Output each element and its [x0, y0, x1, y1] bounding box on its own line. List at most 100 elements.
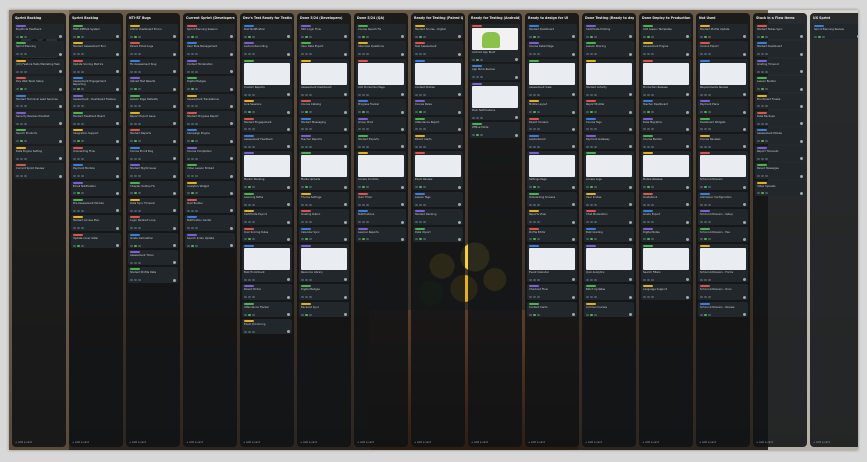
avatar[interactable]	[743, 203, 746, 207]
card[interactable]: Media Uploads	[299, 151, 349, 190]
avatar[interactable]	[800, 157, 803, 161]
card[interactable]: Dev Web Team Setup	[14, 76, 64, 92]
card[interactable]: Offline Mode	[470, 122, 520, 138]
avatar[interactable]	[344, 110, 347, 114]
avatar[interactable]	[287, 313, 290, 317]
add-card-button[interactable]: + Add a card	[413, 440, 463, 445]
card[interactable]: Settings Page	[527, 151, 577, 190]
card[interactable]: Data Engine Setting	[14, 145, 64, 162]
card[interactable]: Post Notification	[242, 24, 292, 40]
avatar[interactable]	[743, 295, 746, 299]
avatar[interactable]	[743, 145, 746, 149]
avatar[interactable]	[572, 52, 575, 56]
card[interactable]: User Data Export	[299, 41, 349, 57]
avatar[interactable]	[743, 237, 746, 241]
card[interactable]: Access Controls	[356, 151, 406, 190]
card[interactable]: Event Calendar	[527, 243, 577, 283]
avatar[interactable]	[344, 278, 347, 282]
card[interactable]: Data Migration	[641, 116, 691, 132]
avatar[interactable]	[173, 87, 176, 91]
card[interactable]: Analytics Widget	[185, 180, 235, 196]
card[interactable]: Assessment Dashboard	[299, 58, 349, 98]
avatar[interactable]	[173, 157, 176, 161]
avatar[interactable]	[572, 313, 575, 317]
avatar[interactable]	[686, 185, 689, 189]
avatar[interactable]	[686, 145, 689, 149]
card[interactable]: Notification Center	[185, 215, 235, 231]
card[interactable]: Grading Timeout	[755, 58, 805, 75]
card[interactable]: Student Ranking	[413, 209, 463, 225]
avatar[interactable]	[401, 237, 404, 241]
avatar[interactable]	[743, 127, 746, 131]
avatar[interactable]	[344, 52, 347, 56]
avatar[interactable]	[743, 93, 746, 97]
avatar[interactable]	[344, 127, 347, 131]
avatar[interactable]	[344, 220, 347, 224]
card[interactable]: Add Production Page	[356, 58, 406, 98]
card[interactable]: Course Rules	[413, 99, 463, 115]
avatar[interactable]	[458, 203, 461, 207]
card[interactable]: SSO Login Flow	[299, 24, 349, 40]
list-title[interactable]: Current Sprint (Developers) - 14	[185, 15, 235, 22]
avatar[interactable]	[857, 35, 858, 39]
avatar[interactable]	[287, 35, 290, 39]
avatar[interactable]	[458, 52, 461, 56]
avatar[interactable]	[230, 52, 233, 56]
list-column[interactable]: Done Testing (Ready to deploy to Prod) Ce…	[582, 13, 636, 447]
avatar[interactable]	[401, 203, 404, 207]
avatar[interactable]	[59, 122, 62, 126]
card[interactable]: Parent Screens	[527, 116, 577, 132]
avatar[interactable]	[686, 278, 689, 282]
avatar[interactable]	[287, 278, 290, 282]
avatar[interactable]	[230, 191, 233, 195]
card[interactable]: Sprint Planning Session	[185, 24, 235, 40]
card[interactable]: Teacher Reports	[299, 133, 349, 150]
list-column[interactable]: Done 5/24 (QA) Course Search Fix Interview…	[354, 13, 408, 447]
avatar[interactable]	[344, 313, 347, 317]
card[interactable]: Course Builder	[641, 133, 691, 150]
avatar[interactable]	[458, 145, 461, 149]
list-column[interactable]: Ready to design for UI Student Dashboard C…	[525, 13, 579, 447]
card[interactable]: Report Builder	[584, 99, 634, 115]
avatar[interactable]	[629, 127, 632, 131]
card[interactable]: Backend Sync	[299, 301, 349, 318]
avatar[interactable]	[230, 157, 233, 161]
avatar[interactable]	[629, 203, 632, 207]
card[interactable]: Video Uploads	[755, 180, 805, 196]
card[interactable]: Payment Gateway	[584, 133, 634, 150]
avatar[interactable]	[686, 93, 689, 97]
add-card-button[interactable]: + Add a card	[812, 440, 858, 445]
card[interactable]: Production Release	[641, 58, 691, 98]
card[interactable]: App Store Review	[470, 64, 520, 80]
list-column[interactable]: Sprint Backlog FINE-DMPost System Student …	[69, 13, 123, 447]
list-column[interactable]: Not Used Student Profile Update Invoice Ex…	[696, 13, 750, 447]
add-card-button[interactable]: + Add a card	[128, 440, 178, 445]
card[interactable]: Requirements Review	[698, 58, 748, 98]
card[interactable]: BuyPrints Feedback	[14, 24, 64, 40]
avatar[interactable]	[116, 157, 119, 161]
avatar[interactable]	[572, 110, 575, 114]
card[interactable]: Student Technical Lead Services	[14, 93, 64, 109]
card[interactable]: FINE-DMPost System	[71, 24, 121, 40]
list-column[interactable]: Sprint Backlog BuyPrints Feedback Sprint P…	[12, 13, 66, 447]
avatar[interactable]	[572, 127, 575, 131]
avatar[interactable]	[572, 278, 575, 282]
card[interactable]: Student Access Plan	[71, 215, 121, 231]
card[interactable]: Bulk Enrollment	[242, 243, 292, 283]
add-card-button[interactable]: + Add a card	[299, 440, 349, 445]
avatar[interactable]	[173, 104, 176, 108]
list-title[interactable]: Stuck in a Flow Items	[755, 15, 805, 22]
avatar[interactable]	[515, 75, 518, 79]
card[interactable]: Student Profile Data	[128, 267, 178, 283]
card[interactable]: Course Completion	[185, 145, 235, 162]
card[interactable]: Grading Rubric	[299, 209, 349, 225]
avatar[interactable]	[743, 52, 746, 56]
card[interactable]: Resource Library	[299, 243, 349, 283]
card[interactable]: Payment Module	[71, 163, 121, 179]
card[interactable]: Parent Email Logs	[128, 41, 178, 57]
avatar[interactable]	[629, 52, 632, 56]
card[interactable]: Parent Alerts	[413, 133, 463, 150]
card[interactable]: Content Builder	[413, 58, 463, 98]
card[interactable]: School Admission - Docs	[698, 284, 748, 300]
card[interactable]: Lesson Page Defaults	[128, 93, 178, 109]
